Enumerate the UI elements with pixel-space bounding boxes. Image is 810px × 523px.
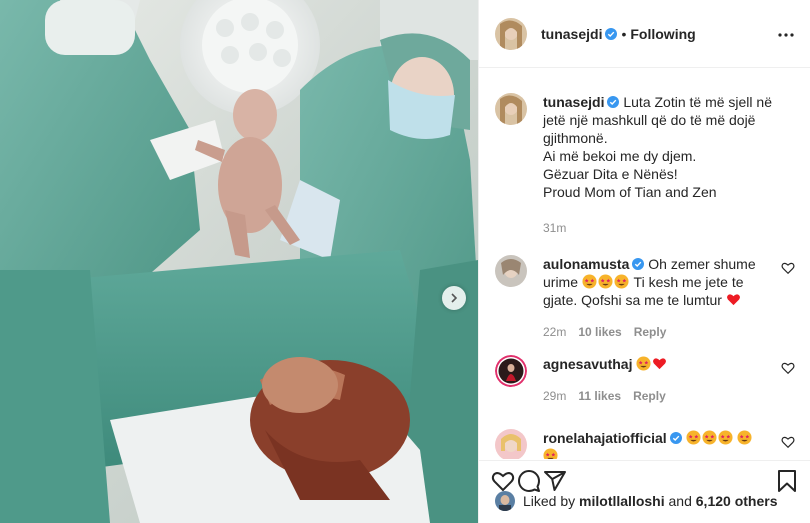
following-button[interactable]: Following	[630, 26, 695, 42]
star-struck-emoji	[686, 430, 701, 445]
comment-meta: 22m 10 likes Reply	[543, 323, 765, 341]
comment-body: ronelahajatiofficial	[543, 429, 765, 459]
liked-by-prefix: Liked by	[523, 493, 576, 509]
author-username[interactable]: tunasejdi	[541, 26, 602, 42]
reply-button[interactable]: Reply	[634, 323, 667, 341]
header-info: tunasejdi • Following	[541, 26, 696, 42]
commenter-avatar[interactable]	[495, 355, 527, 387]
caption-body: tunasejdi Luta Zotin të më sjell në jetë…	[543, 93, 795, 237]
next-photo-button[interactable]	[442, 286, 466, 310]
bookmark-icon[interactable]	[775, 469, 799, 493]
comment-body: aulonamusta Oh zemer shume urime Ti kesh…	[543, 255, 765, 341]
heart-icon[interactable]	[781, 435, 795, 449]
post-header: tunasejdi • Following	[479, 0, 810, 68]
caption-line-1: tunasejdi Luta Zotin të më sjell në jetë…	[543, 93, 795, 147]
comment-likes[interactable]: 10 likes	[578, 323, 621, 341]
heart-icon[interactable]	[781, 261, 795, 275]
commenter-avatar-image	[495, 255, 527, 287]
comment-item: ronelahajatiofficial	[495, 429, 795, 459]
post-timestamp[interactable]: 31m	[543, 219, 795, 237]
star-struck-emoji	[598, 274, 613, 289]
author-avatar-image	[495, 17, 527, 50]
commenter-username[interactable]: ronelahajatiofficial	[543, 430, 667, 446]
post-actions	[479, 460, 810, 493]
liker-avatar[interactable]	[495, 491, 515, 511]
comment-meta: 29m 11 likes Reply	[543, 387, 765, 405]
comments-list[interactable]: tunasejdi Luta Zotin të më sjell në jetë…	[479, 69, 810, 459]
header-separator: •	[621, 25, 627, 42]
reply-button[interactable]: Reply	[633, 387, 666, 405]
star-struck-emoji	[737, 430, 753, 445]
commenter-avatar-image	[495, 429, 527, 459]
comment-body: agnesavuthaj 29m 11 likes Reply	[543, 355, 765, 405]
red-heart-emoji	[653, 358, 667, 370]
more-options-icon[interactable]	[777, 26, 795, 44]
commenter-avatar[interactable]	[495, 429, 527, 459]
liker-avatar-image	[495, 491, 515, 511]
author-avatar[interactable]	[495, 17, 527, 50]
star-struck-emoji	[718, 430, 733, 445]
caption-line-2: Ai më bekoi me dy djem.	[543, 148, 697, 164]
comment-likes[interactable]: 11 likes	[578, 387, 621, 405]
post-side-panel: tunasejdi • Following tunasejdi Luta Zot…	[478, 0, 810, 523]
star-struck-emoji	[582, 274, 597, 289]
caption-author-avatar[interactable]	[495, 93, 527, 125]
instagram-post: tunasejdi • Following tunasejdi Luta Zot…	[0, 0, 810, 523]
comment-time[interactable]: 22m	[543, 323, 566, 341]
liked-by-and: and	[668, 493, 692, 509]
verified-badge-icon	[605, 27, 618, 40]
post-photo[interactable]	[0, 0, 478, 523]
verified-badge-icon	[632, 258, 645, 270]
star-struck-emoji	[614, 274, 629, 289]
delivery-room-photo	[0, 0, 478, 523]
star-struck-emoji	[636, 356, 651, 371]
star-struck-emoji	[702, 430, 717, 445]
comment-item: agnesavuthaj 29m 11 likes Reply	[495, 355, 795, 405]
verified-badge-icon	[607, 96, 620, 108]
comment-time[interactable]: 29m	[543, 387, 566, 405]
caption-line-3: Gëzuar Dita e Nënës!	[543, 166, 678, 182]
commenter-username[interactable]: aulonamusta	[543, 256, 629, 272]
commenter-username[interactable]: agnesavuthaj	[543, 356, 632, 372]
post-caption: tunasejdi Luta Zotin të më sjell në jetë…	[495, 93, 795, 237]
star-struck-emoji	[543, 448, 558, 459]
author-avatar-image	[495, 93, 527, 125]
comment-item: aulonamusta Oh zemer shume urime Ti kesh…	[495, 255, 795, 341]
liker-username[interactable]: milotllalloshi	[579, 493, 665, 509]
verified-badge-icon	[669, 432, 682, 444]
red-heart-emoji	[726, 294, 740, 306]
caption-line-4: Proud Mom of Tian and Zen	[543, 184, 717, 200]
liked-by-row: Liked by milotllalloshi and 6,120 others	[495, 490, 777, 512]
commenter-avatar[interactable]	[495, 255, 527, 287]
caption-username[interactable]: tunasejdi	[543, 94, 604, 110]
likes-count[interactable]: 6,120 others	[696, 493, 778, 509]
chevron-right-icon	[451, 293, 458, 303]
commenter-avatar-image	[495, 355, 527, 387]
heart-icon[interactable]	[781, 361, 795, 375]
